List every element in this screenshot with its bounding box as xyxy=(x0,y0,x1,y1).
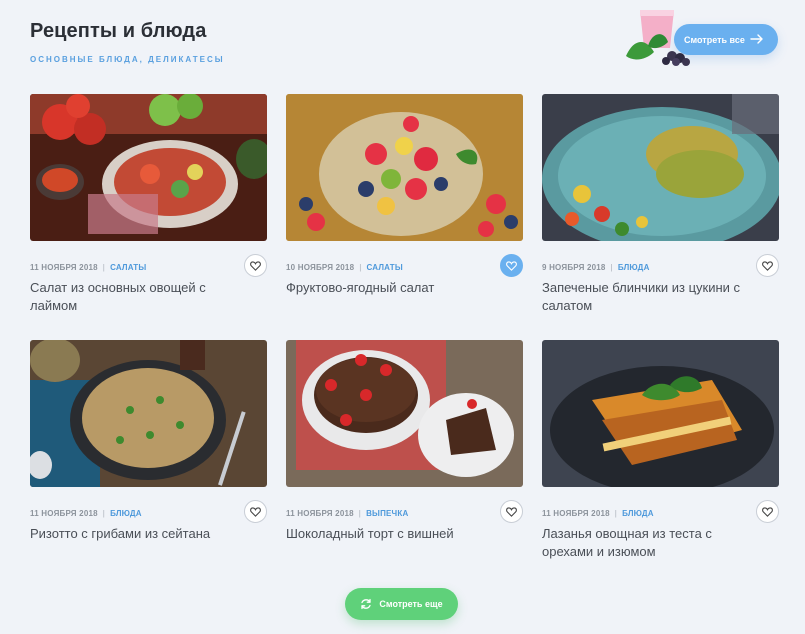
recipe-category-link[interactable]: БЛЮДА xyxy=(110,509,142,518)
recipe-card[interactable]: 11 НОЯБРЯ 2018 | САЛАТЫ Салат из основных … xyxy=(30,94,267,313)
recipe-title[interactable]: Лазанья овощная из теста с орехами и изю… xyxy=(542,525,742,561)
recipe-title[interactable]: Салат из основных овощей с лаймом xyxy=(30,279,230,315)
chocolate-cake-image[interactable] xyxy=(286,340,523,487)
recipe-meta: 9 НОЯБРЯ 2018 | БЛЮДА xyxy=(542,263,650,272)
like-button[interactable] xyxy=(500,500,523,523)
recipe-card[interactable]: 10 НОЯБРЯ 2018 | САЛАТЫ Фруктово-ягодный с… xyxy=(286,94,523,295)
heart-icon xyxy=(762,260,773,271)
recipe-card[interactable]: 11 НОЯБРЯ 2018 | БЛЮДА Ризотто с грибами и… xyxy=(30,340,267,541)
recipe-date: 11 НОЯБРЯ 2018 xyxy=(542,509,610,518)
recipe-category-link[interactable]: САЛАТЫ xyxy=(367,263,403,272)
recipe-title[interactable]: Ризотто с грибами из сейтана xyxy=(30,525,230,543)
heart-icon xyxy=(762,506,773,517)
recipe-date: 10 НОЯБРЯ 2018 xyxy=(286,263,355,272)
recipe-title[interactable]: Фруктово-ягодный салат xyxy=(286,279,486,297)
recipe-category-link[interactable]: ВЫПЕЧКА xyxy=(366,509,408,518)
page-subtitle: ОСНОВНЫЕ БЛЮДА, ДЕЛИКАТЕСЫ xyxy=(30,55,225,64)
like-button[interactable] xyxy=(756,254,779,277)
recipe-meta: 11 НОЯБРЯ 2018 | БЛЮДА xyxy=(542,509,654,518)
heart-icon xyxy=(506,260,517,271)
recipe-meta: 11 НОЯБРЯ 2018 | ВЫПЕЧКА xyxy=(286,509,409,518)
like-button[interactable] xyxy=(756,500,779,523)
recipe-date: 11 НОЯБРЯ 2018 xyxy=(30,509,98,518)
recipe-date: 11 НОЯБРЯ 2018 xyxy=(286,509,354,518)
recipe-meta: 10 НОЯБРЯ 2018 | САЛАТЫ xyxy=(286,263,403,272)
recipe-category-link[interactable]: БЛЮДА xyxy=(622,509,654,518)
recipe-card[interactable]: 9 НОЯБРЯ 2018 | БЛЮДА Запеченые блинчики и… xyxy=(542,94,779,313)
recipe-date: 11 НОЯБРЯ 2018 xyxy=(30,263,98,272)
heart-icon xyxy=(250,506,261,517)
recipe-category-link[interactable]: БЛЮДА xyxy=(618,263,650,272)
fruit-berry-salad-image[interactable] xyxy=(286,94,523,241)
recipe-card[interactable]: 11 НОЯБРЯ 2018 | БЛЮДА Лазанья овощная из … xyxy=(542,340,779,559)
heart-icon xyxy=(250,260,261,271)
arrow-right-icon xyxy=(750,34,763,44)
load-more-button[interactable]: Смотреть еще xyxy=(345,588,458,620)
like-button[interactable] xyxy=(244,254,267,277)
recipe-meta: 11 НОЯБРЯ 2018 | БЛЮДА xyxy=(30,509,142,518)
risotto-image[interactable] xyxy=(30,340,267,487)
smoothie-decoration-image xyxy=(626,10,690,66)
load-more-label: Смотреть еще xyxy=(379,599,443,609)
zucchini-pancakes-image[interactable] xyxy=(542,94,779,241)
like-button[interactable] xyxy=(500,254,523,277)
recipe-category-link[interactable]: САЛАТЫ xyxy=(110,263,146,272)
heart-icon xyxy=(506,506,517,517)
recipe-title[interactable]: Шоколадный торт с вишней xyxy=(286,525,486,543)
recipe-meta: 11 НОЯБРЯ 2018 | САЛАТЫ xyxy=(30,263,147,272)
recipe-card[interactable]: 11 НОЯБРЯ 2018 | ВЫПЕЧКА Шоколадный торт с… xyxy=(286,340,523,541)
recipe-date: 9 НОЯБРЯ 2018 xyxy=(542,263,606,272)
lasagna-image[interactable] xyxy=(542,340,779,487)
recipe-title[interactable]: Запеченые блинчики из цукини с салатом xyxy=(542,279,742,315)
section-header: Рецепты и блюда ОСНОВНЫЕ БЛЮДА, ДЕЛИКАТЕ… xyxy=(30,20,225,64)
like-button[interactable] xyxy=(244,500,267,523)
refresh-icon xyxy=(361,598,372,610)
page-title: Рецепты и блюда xyxy=(30,20,207,42)
vegetable-salad-image[interactable] xyxy=(30,94,267,241)
